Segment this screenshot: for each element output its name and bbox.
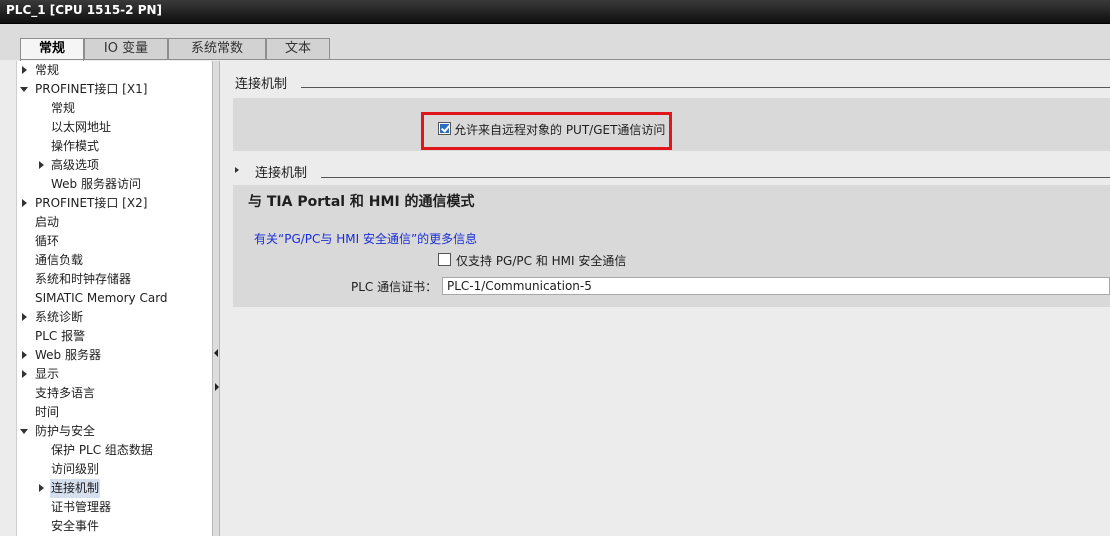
sidebar-item-label: 显示 xyxy=(35,367,60,381)
sidebar-item[interactable]: SIMATIC Memory Card xyxy=(17,289,212,308)
sidebar-item-label: 保护 PLC 组态数据 xyxy=(51,443,153,457)
tab-io-tags[interactable]: IO 变量 xyxy=(84,38,168,60)
cert-field[interactable]: PLC-1/Communication-5 xyxy=(442,277,1110,295)
tab-divider xyxy=(20,59,1110,60)
expand-arrow-icon[interactable] xyxy=(22,66,27,74)
sidebar-item-label: 操作模式 xyxy=(51,139,100,153)
expand-arrow-icon[interactable] xyxy=(22,370,27,378)
sidebar-item-label: 访问级别 xyxy=(51,462,100,476)
put-get-checkbox[interactable] xyxy=(438,122,451,135)
main-content: 连接机制 允许来自远程对象的 PUT/GET通信访问 连接机制 与 TIA Po… xyxy=(221,61,1110,536)
sidebar-item[interactable]: 系统诊断 xyxy=(17,308,212,327)
cert-label: PLC 通信证书： xyxy=(351,280,438,294)
sidebar-item-label: 通信负载 xyxy=(35,253,84,267)
put-get-label: 允许来自远程对象的 PUT/GET通信访问 xyxy=(454,123,666,137)
secure-only-checkbox[interactable] xyxy=(438,253,451,266)
sidebar-item[interactable]: 防护与安全 xyxy=(17,422,212,441)
sidebar-item-label: Web 服务器访问 xyxy=(51,177,141,191)
sidebar-item[interactable]: PROFINET接口 [X2] xyxy=(17,194,212,213)
sidebar-item-label: 时间 xyxy=(35,405,60,419)
sidebar-item[interactable]: 证书管理器 xyxy=(17,498,212,517)
collapse-left-icon[interactable] xyxy=(214,349,218,357)
tab-strip: 常规 IO 变量 系统常数 文本 xyxy=(0,24,1110,61)
section-title-connection-2: 连接机制 xyxy=(255,166,308,181)
info-link[interactable]: 有关“PG/PC与 HMI 安全通信”的更多信息 xyxy=(254,230,477,247)
tab-texts[interactable]: 文本 xyxy=(266,38,330,60)
sidebar-item[interactable]: 显示 xyxy=(17,365,212,384)
sidebar-item-label: PLC 报警 xyxy=(35,329,86,343)
sidebar-item-label: 系统和时钟存储器 xyxy=(35,272,132,286)
sidebar-item-label: 安全事件 xyxy=(51,519,100,533)
sidebar-item[interactable]: Web 服务器访问 xyxy=(17,175,212,194)
sidebar-item[interactable]: 保护 PLC 组态数据 xyxy=(17,441,212,460)
sidebar-item[interactable]: PROFINET接口 [X1] xyxy=(17,80,212,99)
sidebar-item[interactable]: 通信负载 xyxy=(17,251,212,270)
sidebar-item[interactable]: 常规 xyxy=(17,99,212,118)
sidebar-item[interactable]: 高级选项 xyxy=(17,156,212,175)
property-navigation-tree: 常规 PROFINET接口 [X1] 常规 以太网地址 操作模式 高级选项 Web 服务器访… xyxy=(16,61,213,536)
tab-general[interactable]: 常规 xyxy=(20,38,84,61)
sidebar-item[interactable]: 操作模式 xyxy=(17,137,212,156)
sidebar-item[interactable]: 循环 xyxy=(17,232,212,251)
sidebar-item[interactable]: 安全事件 xyxy=(17,517,212,536)
sidebar-item[interactable]: 时间 xyxy=(17,403,212,422)
panel-title: 与 TIA Portal 和 HMI 的通信模式 xyxy=(248,194,475,210)
collapse-arrow-icon[interactable] xyxy=(20,429,28,434)
expand-arrow-icon[interactable] xyxy=(39,484,44,492)
expand-arrow-icon[interactable] xyxy=(22,313,27,321)
section-title-connection: 连接机制 xyxy=(235,77,288,92)
sidebar-item-label: 连接机制 xyxy=(50,479,101,498)
expand-arrow-icon[interactable] xyxy=(22,351,27,359)
sidebar-item-label: 防护与安全 xyxy=(35,424,96,438)
sidebar-item[interactable]: PLC 报警 xyxy=(17,327,212,346)
sidebar-item[interactable]: 常规 xyxy=(17,61,212,80)
sidebar-item-label: 循环 xyxy=(35,234,60,248)
sidebar-item-label: 支持多语言 xyxy=(35,386,96,400)
sidebar-item[interactable]: 支持多语言 xyxy=(17,384,212,403)
sidebar-item-label: SIMATIC Memory Card xyxy=(35,291,168,305)
sidebar-item[interactable]: 连接机制 xyxy=(17,479,212,498)
sidebar-item[interactable]: 系统和时钟存储器 xyxy=(17,270,212,289)
expand-arrow-icon[interactable] xyxy=(22,199,27,207)
sidebar-item-label: 常规 xyxy=(51,101,76,115)
tab-system-constants[interactable]: 系统常数 xyxy=(168,38,266,60)
section-divider-2 xyxy=(321,177,1110,178)
collapse-arrow-icon[interactable] xyxy=(20,87,28,92)
expand-right-icon[interactable] xyxy=(215,383,219,391)
sidebar-item-label: PROFINET接口 [X2] xyxy=(35,196,148,210)
sidebar-item-label: 证书管理器 xyxy=(51,500,112,514)
sidebar-item-label: PROFINET接口 [X1] xyxy=(35,82,148,96)
sidebar-item-label: Web 服务器 xyxy=(35,348,101,362)
sidebar-item-label: 以太网地址 xyxy=(51,120,112,134)
secure-only-label: 仅支持 PG/PC 和 HMI 安全通信 xyxy=(456,254,627,268)
sidebar-item[interactable]: 启动 xyxy=(17,213,212,232)
sidebar-item-label: 常规 xyxy=(35,63,60,77)
section-divider xyxy=(301,87,1110,88)
collapse-arrow-icon[interactable] xyxy=(235,167,239,173)
sidebar-item[interactable]: 以太网地址 xyxy=(17,118,212,137)
sidebar-item-label: 系统诊断 xyxy=(35,310,84,324)
window-title: PLC_1 [CPU 1515-2 PN] xyxy=(0,0,1110,24)
panel-splitter[interactable] xyxy=(213,61,220,536)
sidebar-item[interactable]: 访问级别 xyxy=(17,460,212,479)
expand-arrow-icon[interactable] xyxy=(39,161,44,169)
sidebar-item[interactable]: Web 服务器 xyxy=(17,346,212,365)
sidebar-item-label: 高级选项 xyxy=(51,158,100,172)
sidebar-item-label: 启动 xyxy=(35,215,60,229)
